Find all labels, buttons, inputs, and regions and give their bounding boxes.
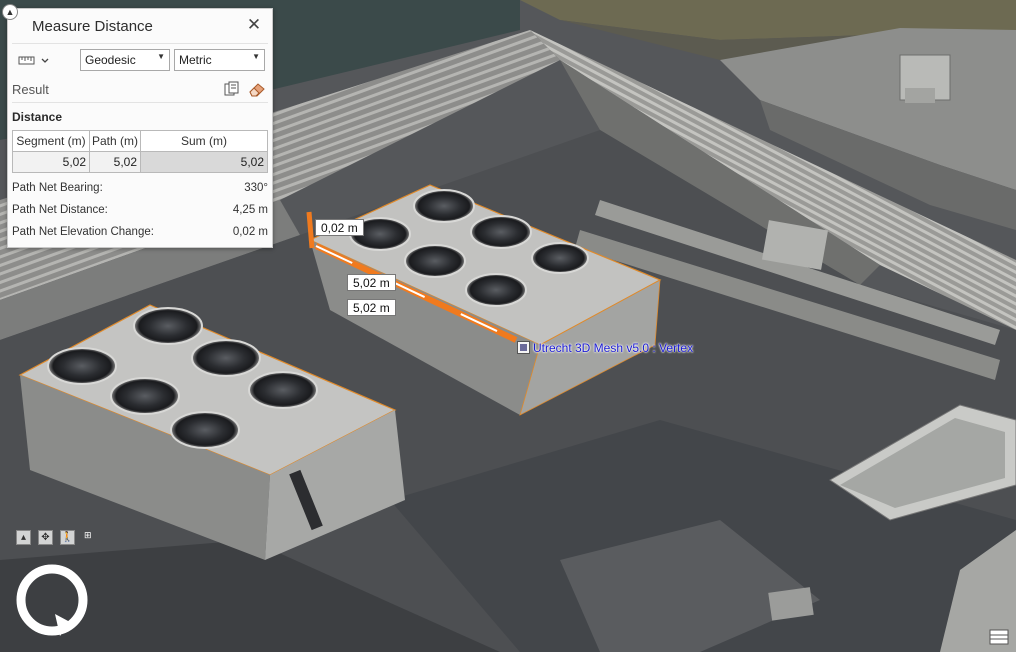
distance-label: Distance bbox=[12, 110, 62, 124]
pan-icon[interactable]: ✥ bbox=[38, 530, 53, 545]
units-dropdown-value: Metric bbox=[179, 53, 212, 67]
stat-value: 4,25 m bbox=[233, 204, 268, 216]
panel-header: Measure Distance ✕ bbox=[8, 9, 272, 43]
units-dropdown[interactable]: Metric ▼ bbox=[174, 49, 265, 71]
snap-tooltip-text: Utrecht 3D Mesh v5.0 : Vertex bbox=[533, 341, 693, 355]
result-row: Result bbox=[8, 76, 272, 102]
stat-elevation: Path Net Elevation Change: 0,02 m bbox=[12, 226, 268, 242]
column-header: Path (m) bbox=[90, 131, 141, 152]
copy-icon[interactable] bbox=[224, 81, 240, 97]
segment-distance-label: 5,02 m bbox=[347, 274, 396, 291]
stat-label: Path Net Elevation Change: bbox=[12, 226, 154, 238]
column-header: Sum (m) bbox=[141, 131, 268, 152]
result-label: Result bbox=[12, 82, 49, 97]
mode-dropdown[interactable]: Geodesic ▼ bbox=[80, 49, 170, 71]
table-row[interactable]: 5,02 5,02 5,02 bbox=[13, 152, 268, 173]
panel-title: Measure Distance bbox=[32, 18, 153, 35]
collapse-icon[interactable]: ▲ bbox=[2, 4, 18, 20]
stat-label: Path Net Distance: bbox=[12, 204, 108, 216]
sum-value: 5,02 bbox=[141, 152, 268, 173]
snap-tooltip: Utrecht 3D Mesh v5.0 : Vertex bbox=[517, 341, 693, 357]
walk-icon[interactable]: 🚶 bbox=[60, 530, 75, 545]
measure-toolbar: Geodesic ▼ Metric ▼ bbox=[8, 44, 272, 76]
stat-bearing: Path Net Bearing: 330° bbox=[12, 182, 268, 198]
path-distance-label: 5,02 m bbox=[347, 299, 396, 316]
results-table: Segment (m) Path (m) Sum (m) 5,02 5,02 5… bbox=[12, 130, 268, 173]
distance-row: Distance bbox=[8, 103, 272, 125]
path-value: 5,02 bbox=[90, 152, 141, 173]
stat-value: 0,02 m bbox=[233, 226, 268, 238]
chevron-down-icon: ▼ bbox=[157, 52, 165, 61]
vertex-snap-icon bbox=[517, 341, 530, 354]
mode-dropdown-value: Geodesic bbox=[85, 53, 136, 67]
column-header: Segment (m) bbox=[13, 131, 90, 152]
segment-value: 5,02 bbox=[13, 152, 90, 173]
stat-distance: Path Net Distance: 4,25 m bbox=[12, 204, 268, 220]
stat-label: Path Net Bearing: bbox=[12, 182, 103, 194]
measure-distance-panel: Measure Distance ✕ Geodesic ▼ Metric ▼ R… bbox=[7, 8, 273, 248]
ruler-icon[interactable] bbox=[18, 53, 52, 69]
vertical-distance-label: 0,02 m bbox=[315, 219, 364, 236]
eraser-icon[interactable] bbox=[248, 81, 266, 97]
layout-icon[interactable] bbox=[990, 630, 1008, 644]
grid-icon[interactable]: ⊞ bbox=[84, 530, 96, 542]
collapse-nav-button[interactable]: ▴ bbox=[16, 530, 31, 545]
close-icon[interactable]: ✕ bbox=[245, 16, 263, 34]
stat-value: 330° bbox=[244, 182, 268, 194]
chevron-down-icon: ▼ bbox=[252, 52, 260, 61]
